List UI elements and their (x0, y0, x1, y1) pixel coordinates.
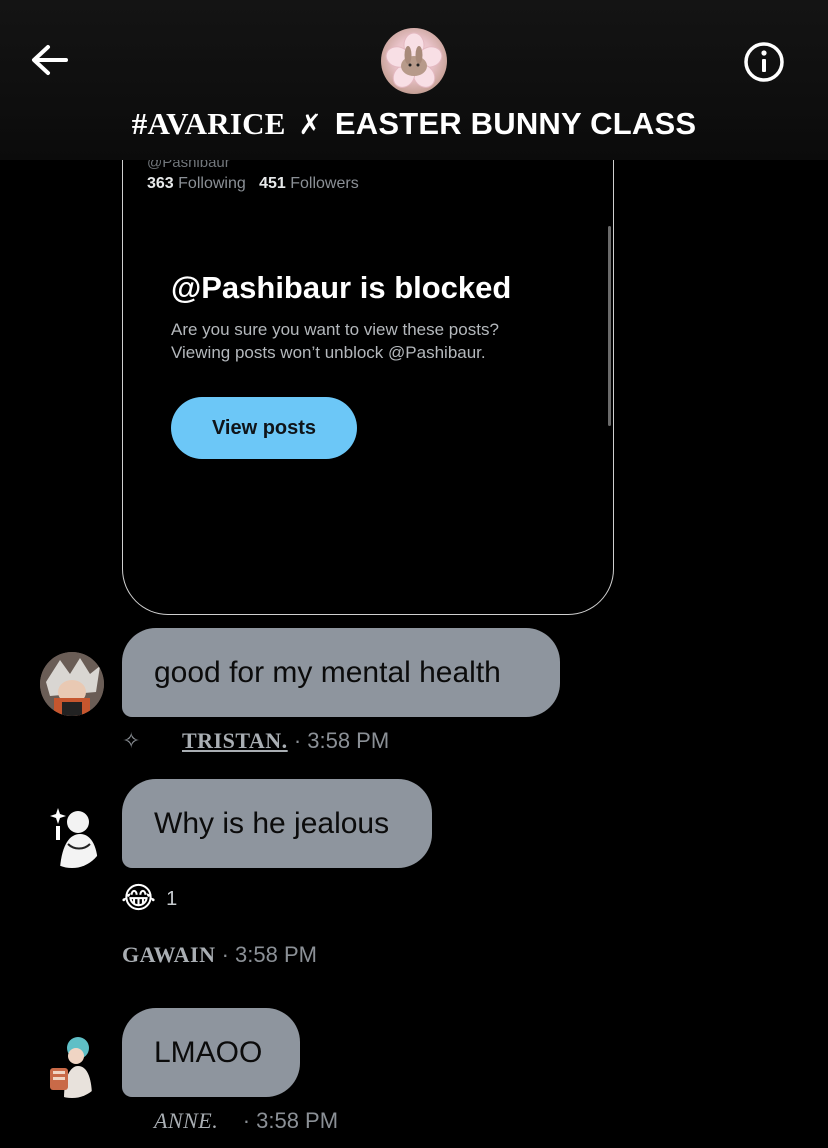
sparkle-icon: ✧ (122, 728, 141, 753)
sender-name[interactable]: TRISTAN. (182, 728, 288, 753)
chat-header: #AVARICE ✗ EASTER BUNNY CLASS (0, 0, 828, 160)
message-meta-3: ANNE. · 3:58 PM (154, 1108, 338, 1134)
message-meta-2: GAWAIN · 3:58 PM (122, 942, 317, 968)
avatar-tristan[interactable] (40, 652, 104, 716)
chat-title-cross: ✗ (298, 108, 323, 141)
blocked-description-line1: Are you sure you want to view these post… (171, 320, 499, 339)
chat-title-part2: EASTER BUNNY CLASS (334, 106, 697, 141)
sender-name[interactable]: GAWAIN (122, 942, 215, 967)
profile-stats: 363 Following 451 Followers (147, 175, 359, 193)
followers-label: Followers (290, 175, 359, 192)
reaction-count: 1 (166, 887, 178, 910)
info-circle-icon[interactable] (742, 40, 786, 84)
message-bubble-3[interactable]: LMAOO (122, 1008, 300, 1097)
avatar-anne[interactable] (40, 1034, 104, 1098)
blocked-description-line2: Viewing posts won’t unblock @Pashibaur. (171, 343, 486, 362)
message-time: · 3:58 PM (242, 1108, 339, 1133)
following-count: 363 (147, 175, 174, 192)
avatar-gawain[interactable] (40, 804, 104, 868)
laughing-emoji-icon: 😂 (121, 882, 157, 915)
message-meta-1: TRISTAN. · 3:58 PM (182, 728, 389, 754)
sender-name[interactable]: ANNE. (154, 1108, 218, 1133)
chat-title-part1: #AVARICE (131, 106, 286, 141)
scrollbar (608, 226, 611, 426)
shared-screenshot-card[interactable]: @Pashibaur 363 Following 451 Followers @… (122, 110, 614, 615)
following-label: Following (178, 175, 246, 192)
blocked-title: @Pashibaur is blocked (171, 270, 512, 305)
message-bubble-1[interactable]: good for my mental health (122, 628, 560, 717)
message-bubble-2[interactable]: Why is he jealous (122, 779, 432, 868)
blocked-description: Are you sure you want to view these post… (171, 318, 591, 364)
reaction-chip[interactable]: 😂 1 (121, 882, 177, 916)
arrow-left-icon[interactable] (28, 42, 72, 78)
chat-title: #AVARICE ✗ EASTER BUNNY CLASS (0, 106, 828, 142)
view-posts-button[interactable]: View posts (171, 397, 357, 459)
message-time: · 3:58 PM (221, 942, 317, 967)
message-time: · 3:58 PM (293, 728, 390, 753)
group-avatar[interactable] (381, 28, 447, 94)
followers-count: 451 (259, 175, 286, 192)
